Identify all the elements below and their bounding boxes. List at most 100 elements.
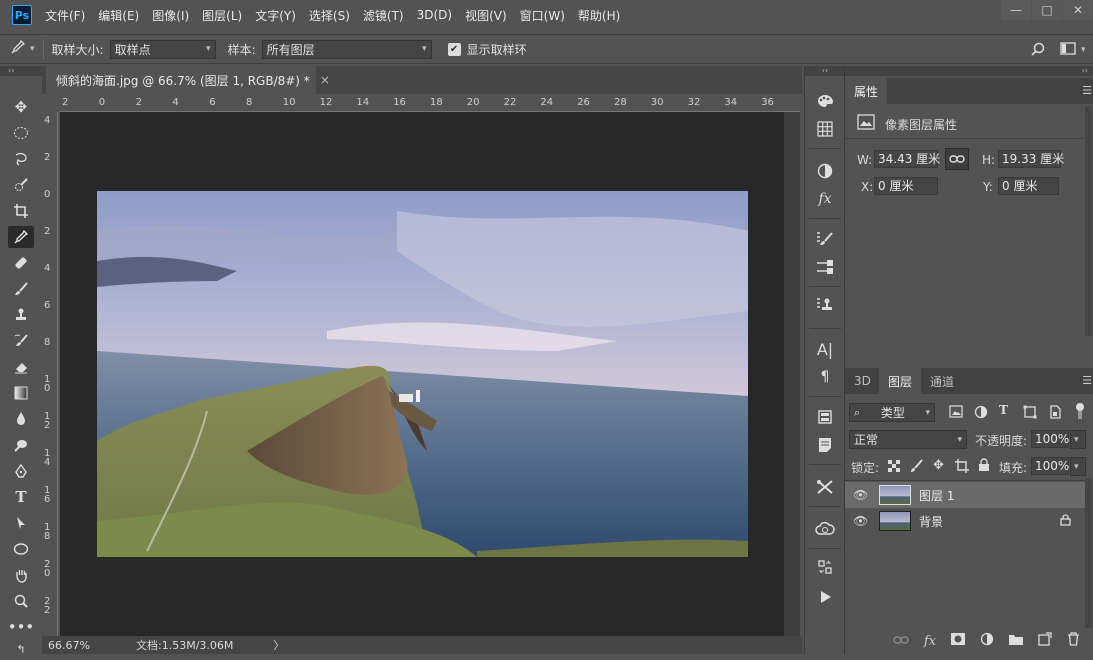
ruler-origin[interactable] — [42, 96, 60, 112]
lock-transparent-icon[interactable] — [888, 460, 900, 475]
add-mask-icon[interactable] — [951, 633, 965, 649]
tool-presets-icon[interactable] — [813, 256, 837, 278]
panel-menu-icon[interactable]: ☰ — [1082, 374, 1092, 387]
color-panel-icon[interactable] — [813, 90, 837, 112]
menu-window[interactable]: 窗口(W) — [520, 7, 565, 24]
tools-crossed-icon[interactable] — [813, 476, 837, 498]
filter-adjustment-icon[interactable] — [974, 405, 988, 422]
menu-edit[interactable]: 编辑(E) — [98, 7, 139, 24]
eraser-tool-icon[interactable] — [8, 356, 34, 378]
lock-artboard-icon[interactable] — [955, 459, 969, 476]
menu-view[interactable]: 视图(V) — [465, 7, 507, 24]
menu-image[interactable]: 图像(I) — [152, 7, 189, 24]
quick-selection-tool-icon[interactable] — [8, 174, 34, 196]
layer-style-icon[interactable]: fx — [924, 634, 936, 649]
height-field[interactable]: 19.33 厘米 — [998, 150, 1064, 168]
filter-type-icon[interactable]: T — [999, 403, 1008, 417]
vertical-scrollbar[interactable] — [784, 112, 800, 636]
close-button[interactable]: ✕ — [1063, 0, 1093, 20]
type-tool-icon[interactable]: T — [8, 486, 34, 508]
menu-filter[interactable]: 滤镜(T) — [363, 7, 404, 24]
y-field[interactable]: 0 厘米 — [998, 177, 1059, 195]
filter-toggle-icon[interactable] — [1075, 402, 1085, 420]
path-selection-tool-icon[interactable] — [8, 512, 34, 534]
fill-dropdown[interactable]: ▾ — [1070, 457, 1086, 476]
adjustments-panel-icon[interactable] — [813, 160, 837, 182]
close-tab-icon[interactable]: × — [320, 73, 330, 87]
zoom-tool-icon[interactable] — [8, 590, 34, 612]
eyedropper-preset-icon[interactable] — [10, 39, 26, 59]
delete-layer-icon[interactable] — [1067, 632, 1080, 650]
width-field[interactable]: 34.43 厘米 — [874, 150, 940, 168]
tab-channels[interactable]: 通道 — [921, 368, 963, 394]
filter-pixel-icon[interactable] — [949, 405, 963, 421]
x-field[interactable]: 0 厘米 — [874, 177, 938, 195]
history-panel-icon[interactable] — [813, 556, 837, 578]
swatches-panel-icon[interactable] — [813, 118, 837, 140]
clone-stamp-tool-icon[interactable] — [8, 304, 34, 326]
eyedropper-tool-icon[interactable] — [8, 226, 34, 248]
document-tab[interactable]: 倾斜的海面.jpg @ 66.7% (图层 1, RGB/8#) * × — [46, 66, 330, 94]
layer-comps-icon[interactable] — [813, 406, 837, 428]
layers-scrollbar[interactable] — [1085, 478, 1092, 628]
menu-type[interactable]: 文字(Y) — [255, 7, 296, 24]
properties-scrollbar[interactable] — [1085, 106, 1092, 336]
filter-smartobject-icon[interactable] — [1048, 405, 1062, 422]
more-tools-icon[interactable]: ••• — [8, 616, 35, 638]
character-panel-icon[interactable]: A| — [813, 338, 837, 360]
healing-brush-tool-icon[interactable] — [8, 252, 34, 274]
history-brush-tool-icon[interactable] — [8, 330, 34, 352]
menu-help[interactable]: 帮助(H) — [578, 7, 620, 24]
workspace-icon[interactable] — [1060, 41, 1078, 60]
tab-properties[interactable]: 属性 — [845, 78, 888, 104]
layer-filter-select[interactable]: ⌕ 类型 ▾ — [849, 403, 935, 422]
brush-settings-icon[interactable] — [813, 228, 837, 250]
new-layer-icon[interactable] — [1038, 632, 1052, 650]
blur-tool-icon[interactable] — [8, 408, 34, 430]
minimize-button[interactable]: — — [1001, 0, 1031, 20]
lasso-tool-icon[interactable] — [8, 148, 34, 170]
panel-collapse-handle[interactable]: ›› — [845, 66, 1093, 76]
libraries-panel-icon[interactable] — [813, 518, 837, 540]
lock-pixels-icon[interactable] — [910, 459, 924, 476]
toolbar-collapse-handle[interactable]: ›› — [0, 66, 42, 76]
lock-position-icon[interactable]: ✥ — [933, 458, 944, 473]
chevron-down-icon[interactable]: ▾ — [1081, 45, 1086, 55]
chevron-down-icon[interactable]: ▾ — [30, 44, 35, 54]
show-ring-checkbox[interactable]: ✔ — [447, 42, 461, 56]
zoom-level[interactable]: 66.67% — [48, 639, 118, 652]
paragraph-panel-icon[interactable]: ¶ — [813, 366, 837, 388]
menu-file[interactable]: 文件(F) — [45, 7, 85, 24]
menu-select[interactable]: 选择(S) — [309, 7, 350, 24]
tab-layers[interactable]: 图层 — [879, 368, 922, 394]
actions-play-icon[interactable] — [813, 586, 837, 608]
gradient-tool-icon[interactable] — [8, 382, 34, 404]
notes-panel-icon[interactable] — [813, 434, 837, 456]
crop-tool-icon[interactable] — [8, 200, 34, 222]
ruler-vertical[interactable]: 4 2 0 2 4 6 8 1 0 1 2 1 4 1 6 1 8 2 0 2 2 — [42, 112, 58, 636]
menu-3d[interactable]: 3D(D) — [417, 8, 452, 22]
dodge-tool-icon[interactable] — [8, 434, 34, 456]
opacity-dropdown[interactable]: ▾ — [1070, 430, 1086, 449]
tab-3d[interactable]: 3D — [845, 368, 880, 394]
layer-name[interactable]: 图层 1 — [919, 487, 954, 504]
shape-tool-icon[interactable] — [8, 538, 34, 560]
clone-source-icon[interactable] — [813, 294, 837, 316]
blend-mode-select[interactable]: 正常 ▾ — [849, 430, 967, 449]
maximize-button[interactable]: □ — [1032, 0, 1062, 20]
pen-tool-icon[interactable] — [8, 460, 34, 482]
new-adjustment-icon[interactable] — [980, 632, 994, 650]
panel-menu-icon[interactable]: ☰ — [1082, 84, 1092, 97]
marquee-tool-icon[interactable] — [8, 122, 34, 144]
search-icon[interactable] — [1030, 41, 1046, 60]
status-menu-arrow[interactable]: 〉 — [273, 637, 284, 653]
opacity-field[interactable]: 100% — [1031, 430, 1069, 448]
canvas-area[interactable] — [60, 112, 784, 636]
layer-row[interactable]: 👁︎ 背景 — [845, 508, 1085, 534]
dock-collapse-handle[interactable]: ‹‹ — [805, 66, 845, 76]
link-dimensions-icon[interactable] — [945, 148, 969, 170]
move-tool-icon[interactable]: ✥ — [8, 96, 34, 118]
fill-field[interactable]: 100% — [1031, 457, 1069, 475]
visibility-eye-icon[interactable]: 👁︎ — [853, 488, 869, 502]
new-group-icon[interactable] — [1009, 633, 1023, 649]
